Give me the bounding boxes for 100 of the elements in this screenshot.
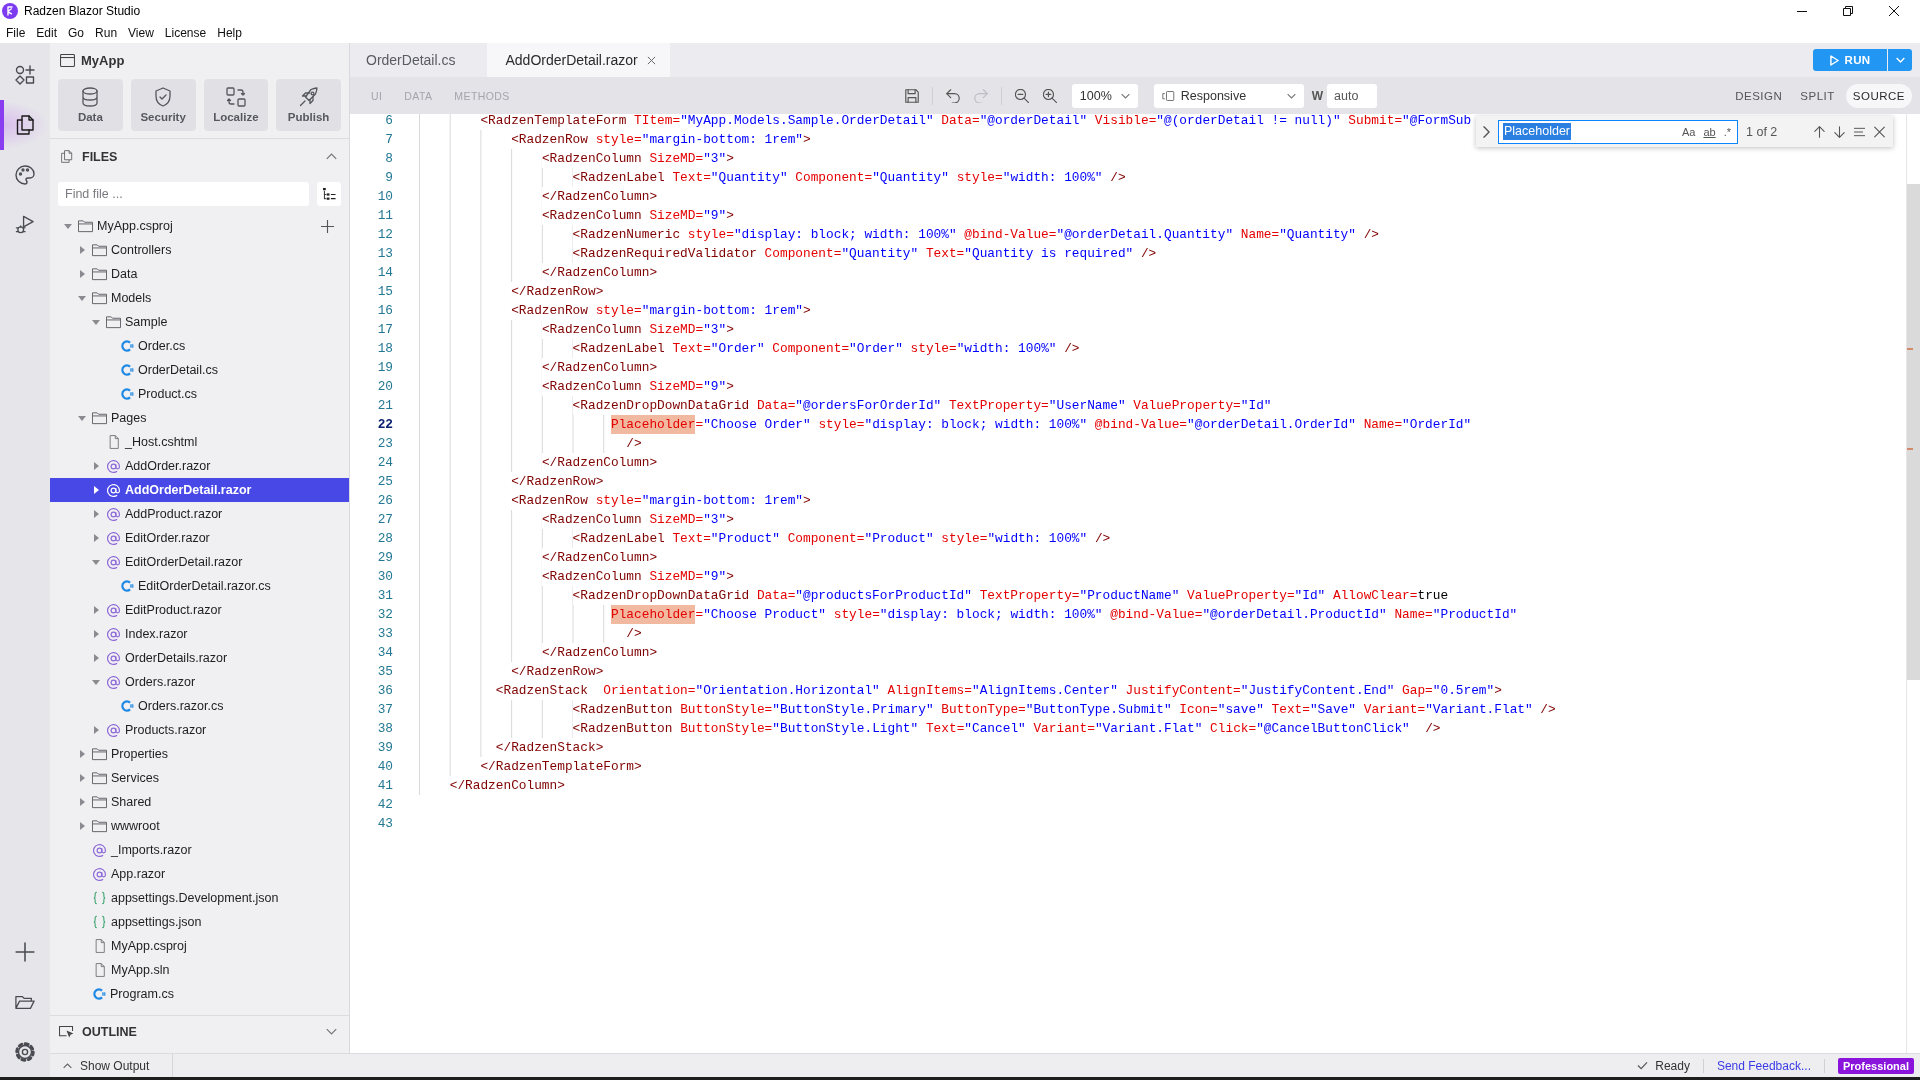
tree-item[interactable]: AddOrder.razor: [50, 454, 349, 478]
caret-right-icon[interactable]: [79, 798, 85, 806]
tree-item[interactable]: MyApp.sln: [50, 958, 349, 982]
action-tile[interactable]: Publish: [276, 79, 341, 131]
tree-item[interactable]: Product.cs: [50, 382, 349, 406]
view-mode-tab[interactable]: DESIGN: [1728, 83, 1790, 108]
run-menu-button[interactable]: [1888, 49, 1912, 71]
tree-item[interactable]: App.razor: [50, 862, 349, 886]
shapes-icon[interactable]: [15, 65, 35, 85]
tree-item[interactable]: wwwroot: [50, 814, 349, 838]
chevron-up-icon[interactable]: [326, 153, 337, 160]
caret-right-icon[interactable]: [79, 750, 85, 758]
tree-item[interactable]: AddProduct.razor: [50, 502, 349, 526]
tree-item[interactable]: Program.cs: [50, 982, 349, 1006]
tree-item[interactable]: EditOrderDetail.razor: [50, 550, 349, 574]
caret-right-icon[interactable]: [79, 246, 85, 254]
tree-item[interactable]: Shared: [50, 790, 349, 814]
caret-right-icon[interactable]: [79, 774, 85, 782]
tree-item[interactable]: MyApp.csproj: [50, 934, 349, 958]
tree-item[interactable]: Index.razor: [50, 622, 349, 646]
tree-item[interactable]: OrderDetail.cs: [50, 358, 349, 382]
caret-down-icon[interactable]: [78, 415, 86, 421]
zoom-out-icon[interactable]: [1014, 88, 1029, 103]
tree-item[interactable]: AddOrderDetail.razor: [50, 478, 349, 502]
caret-down-icon[interactable]: [92, 319, 100, 325]
caret-right-icon[interactable]: [79, 270, 85, 278]
arrow-up-icon[interactable]: [1814, 125, 1825, 138]
find-option-toggle[interactable]: Aa: [1679, 124, 1698, 139]
arrow-down-icon[interactable]: [1834, 125, 1845, 138]
tree-item[interactable]: Sample: [50, 310, 349, 334]
caret-right-icon[interactable]: [93, 654, 99, 662]
caret-down-icon[interactable]: [78, 295, 86, 301]
caret-right-icon[interactable]: [93, 462, 99, 470]
caret-right-icon[interactable]: [93, 606, 99, 614]
editor-tab[interactable]: AddOrderDetail.razor: [487, 43, 670, 77]
palette-icon[interactable]: [15, 165, 35, 185]
find-input[interactable]: Placeholder Aa ab .*: [1498, 119, 1738, 144]
editor-tab[interactable]: OrderDetail.cs: [350, 43, 488, 77]
view-mode-tab[interactable]: SOURCE: [1845, 83, 1912, 108]
zoom-in-icon[interactable]: [1042, 88, 1057, 103]
caret-right-icon[interactable]: [93, 630, 99, 638]
caret-right-icon[interactable]: [93, 534, 99, 542]
close-icon[interactable]: [1889, 6, 1899, 16]
caret-right-icon[interactable]: [93, 726, 99, 734]
restore-icon[interactable]: [1843, 6, 1853, 16]
caret-right-icon[interactable]: [93, 486, 99, 494]
tree-item[interactable]: _Host.cshtml: [50, 430, 349, 454]
settings-icon[interactable]: [15, 1042, 35, 1062]
play-bug-icon[interactable]: [15, 215, 35, 235]
feedback-link[interactable]: Send Feedback...: [1716, 1058, 1811, 1073]
tree-item[interactable]: EditOrderDetail.razor.cs: [50, 574, 349, 598]
tree-item[interactable]: Products.razor: [50, 718, 349, 742]
menu-item[interactable]: File: [2, 23, 30, 42]
menu-item[interactable]: License: [160, 23, 211, 42]
action-tile[interactable]: Data: [58, 79, 123, 131]
tree-item[interactable]: appsettings.json: [50, 910, 349, 934]
tree-item[interactable]: Controllers: [50, 238, 349, 262]
tree-item[interactable]: OrderDetails.razor: [50, 646, 349, 670]
plus-icon[interactable]: [15, 942, 35, 962]
tree-item[interactable]: Data: [50, 262, 349, 286]
chevron-right-icon[interactable]: [1481, 125, 1492, 138]
menu-item[interactable]: Go: [64, 23, 89, 42]
lines-icon[interactable]: [1854, 125, 1865, 138]
action-tile[interactable]: Localize: [203, 79, 269, 131]
caret-right-icon[interactable]: [79, 822, 85, 830]
tree-item[interactable]: Properties: [50, 742, 349, 766]
save-icon[interactable]: [904, 88, 919, 103]
tree-item[interactable]: Orders.razor: [50, 670, 349, 694]
tree-item[interactable]: appsettings.Development.json: [50, 886, 349, 910]
zoom-dropdown[interactable]: 100%: [1071, 83, 1138, 108]
find-option-toggle[interactable]: .*: [1721, 124, 1733, 139]
tree-item[interactable]: Order.cs: [50, 334, 349, 358]
tree-item[interactable]: Orders.razor.cs: [50, 694, 349, 718]
tree-item[interactable]: _Imports.razor: [50, 838, 349, 862]
device-dropdown[interactable]: Responsive: [1153, 83, 1304, 108]
tree-item[interactable]: Pages: [50, 406, 349, 430]
tree-item[interactable]: Services: [50, 766, 349, 790]
files-icon[interactable]: [15, 115, 35, 135]
menu-item[interactable]: Edit: [32, 23, 62, 42]
menu-item[interactable]: View: [124, 23, 158, 42]
view-mode-tab[interactable]: SPLIT: [1793, 83, 1842, 108]
caret-down-icon[interactable]: [64, 223, 72, 229]
width-input[interactable]: auto: [1327, 83, 1378, 108]
tree-item[interactable]: Models: [50, 286, 349, 310]
undo-icon[interactable]: [945, 88, 960, 103]
plus-icon[interactable]: [321, 219, 334, 233]
caret-down-icon[interactable]: [92, 559, 100, 565]
action-tile[interactable]: Security: [130, 79, 196, 131]
tree-item[interactable]: MyApp.csproj: [50, 214, 349, 238]
menu-item[interactable]: Help: [213, 23, 246, 42]
tree-view-button[interactable]: [317, 182, 341, 206]
caret-right-icon[interactable]: [93, 510, 99, 518]
scrollbar-thumb[interactable]: [1907, 184, 1920, 680]
find-option-toggle[interactable]: ab: [1701, 124, 1718, 139]
menu-item[interactable]: Run: [91, 23, 122, 42]
caret-down-icon[interactable]: [92, 679, 100, 685]
tree-item[interactable]: EditOrder.razor: [50, 526, 349, 550]
chevron-down-icon[interactable]: [326, 1028, 337, 1035]
file-search-input[interactable]: Find file ...: [58, 182, 310, 206]
tree-item[interactable]: EditProduct.razor: [50, 598, 349, 622]
